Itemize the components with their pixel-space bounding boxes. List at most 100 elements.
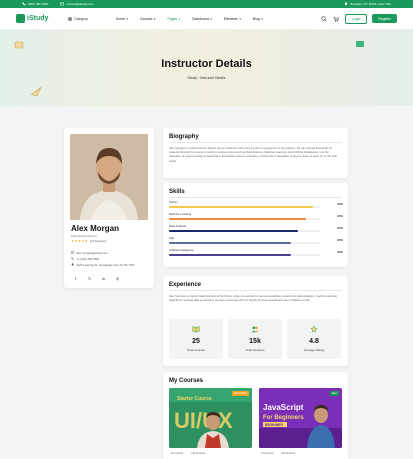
nav-home-label: Home — [115, 16, 125, 21]
nav-dashboard[interactable]: Dashboard ▾ — [192, 17, 212, 21]
category-menu[interactable]: Category — [68, 17, 88, 21]
skill-percent: 85% — [337, 226, 343, 230]
courses-title: My Courses — [169, 378, 204, 384]
skill-row: Data Analysis 85% — [169, 224, 343, 233]
course-big-title: UI/UX — [174, 408, 233, 433]
page-title: Instructor Details — [161, 58, 252, 70]
skills-title: Skills — [169, 189, 185, 195]
skill-track — [169, 254, 321, 257]
breadcrumb-home[interactable]: iStudy — [188, 76, 197, 80]
stat-average-rating: 4.8 Average Rating — [287, 319, 341, 359]
skill-percent: 95% — [337, 202, 343, 206]
skill-track — [169, 242, 321, 245]
x-twitter-icon[interactable]: 𝕏 — [87, 276, 92, 281]
biography-title: Biography — [169, 134, 199, 140]
nav-dashboard-label: Dashboard — [192, 16, 209, 21]
social-links: f 𝕏 in ◎ — [73, 276, 129, 281]
book-icon — [192, 326, 200, 333]
skill-track — [169, 218, 321, 221]
skill-track — [169, 230, 321, 233]
course-thumbnail: JavaScript For Beginners BEGINNER — [259, 388, 342, 448]
phone-icon — [22, 2, 26, 6]
stat-total-courses: 25 Total Courses — [169, 319, 223, 359]
linkedin-icon[interactable]: in — [101, 276, 106, 281]
mail-icon — [60, 2, 65, 6]
skill-name: Data Analysis — [169, 224, 186, 228]
chevron-down-icon: ▾ — [126, 16, 128, 21]
pencil-decoration-icon — [356, 41, 364, 47]
brand-logo[interactable]: iStudy — [16, 14, 60, 23]
skill-track — [169, 206, 321, 209]
contact-phone-text: +1 (123) 456 7890 — [76, 257, 100, 261]
contact-email-text: alex.morgan@istudy.com — [76, 251, 108, 255]
book-decoration-icon — [14, 41, 24, 49]
stat-label: Average Rating — [303, 348, 325, 352]
skill-percent: 90% — [337, 214, 343, 218]
skill-row: Python 95% — [169, 200, 343, 209]
page-hero: Instructor Details iStudy › Instructor D… — [0, 30, 413, 106]
skill-name: SQL — [169, 236, 175, 240]
biography-card: Biography Alex Morgan is a Data Science … — [163, 128, 348, 178]
search-icon[interactable] — [321, 15, 327, 22]
contact-address-text: 1123 Learning St, Knowledge City, KC 56 … — [76, 263, 135, 267]
contact-phone[interactable]: +1 (123) 456 7890 — [71, 257, 99, 261]
nav-pages-label: Pages — [167, 16, 178, 21]
course-subtitle: For Beginners — [263, 415, 304, 421]
nav-pages[interactable]: Pages ▾ — [167, 17, 180, 21]
login-button[interactable]: Login — [345, 13, 368, 24]
course-lessons: 20 Lessons — [171, 452, 184, 455]
top-info-bar: (000) 456 7890 contact@istudy.com Brookl… — [0, 0, 413, 8]
stat-label: Total Students — [245, 348, 265, 352]
instagram-icon[interactable]: ◎ — [115, 276, 120, 281]
review-count: (24 Reviews) — [90, 239, 107, 243]
course-students: 120 Students — [191, 452, 206, 455]
breadcrumb-current: Instructor Details — [200, 76, 226, 80]
phone-info[interactable]: (000) 456 7890 — [22, 2, 48, 6]
skill-name: Machine Learning — [169, 212, 192, 216]
register-button[interactable]: Register — [372, 14, 397, 23]
course-card[interactable]: JavaScript For Beginners BEGINNER New — [259, 388, 342, 448]
my-courses-card: My Courses Starter Course UI/UX Best Sel… — [163, 372, 348, 459]
course-card[interactable]: Starter Course UI/UX Best Seller — [169, 388, 252, 448]
course-banner: Starter Course — [177, 396, 212, 402]
contact-email[interactable]: alex.morgan@istudy.com — [71, 251, 108, 255]
stat-value: 4.8 — [309, 338, 319, 345]
skill-row: SQL 80% — [169, 236, 343, 245]
nav-elements[interactable]: Elements ▾ — [224, 17, 241, 21]
instructor-illustration — [70, 134, 148, 220]
rating-stars-icon: ★★★★★ — [71, 239, 89, 243]
nav-blog-label: Blog — [252, 16, 260, 21]
email-info[interactable]: contact@istudy.com — [60, 2, 93, 6]
nav-courses[interactable]: Courses ▾ — [140, 17, 156, 21]
instructor-title: Data Science Expert — [71, 234, 97, 238]
phone-text: (000) 456 7890 — [28, 2, 49, 6]
cart-icon[interactable] — [333, 16, 339, 22]
nav-blog[interactable]: Blog ▾ — [253, 17, 263, 21]
divider — [169, 142, 342, 143]
instructor-profile-card: Alex Morgan Data Science Expert ★★★★★ (2… — [64, 128, 154, 288]
nav-home[interactable]: Home ▾ — [116, 17, 128, 21]
chevron-down-icon: ▾ — [261, 16, 263, 21]
course-lessons: 15 Lessons — [261, 452, 274, 455]
chevron-down-icon: ▾ — [239, 16, 241, 21]
skill-percent: 80% — [337, 238, 343, 242]
instructor-photo — [70, 134, 148, 220]
address-text: Brooklyn, NY 11201, New York — [350, 2, 391, 6]
address-info: Brooklyn, NY 11201, New York — [344, 2, 391, 6]
facebook-icon[interactable]: f — [73, 276, 78, 281]
star-icon — [310, 325, 318, 333]
skill-bar — [169, 218, 306, 221]
instructor-name: Alex Morgan — [71, 224, 120, 233]
course-thumbnail: Starter Course UI/UX — [169, 388, 252, 448]
biography-text: Alex Morgan is a Data Science Expert and… — [169, 146, 338, 163]
skill-percent: 80% — [337, 250, 343, 254]
skill-bar — [169, 206, 314, 209]
course-meta: 15 Lessons 100 Students — [261, 452, 303, 455]
experience-title: Experience — [169, 282, 202, 288]
stat-total-students: 15k Total Students — [228, 319, 282, 359]
breadcrumb: iStudy › Instructor Details — [0, 76, 413, 80]
course-meta: 20 Lessons 120 Students — [171, 452, 213, 455]
skill-name: Artificial Intelligence — [169, 248, 194, 252]
course-tag: BEGINNER — [265, 423, 283, 427]
skill-bar — [169, 242, 291, 245]
